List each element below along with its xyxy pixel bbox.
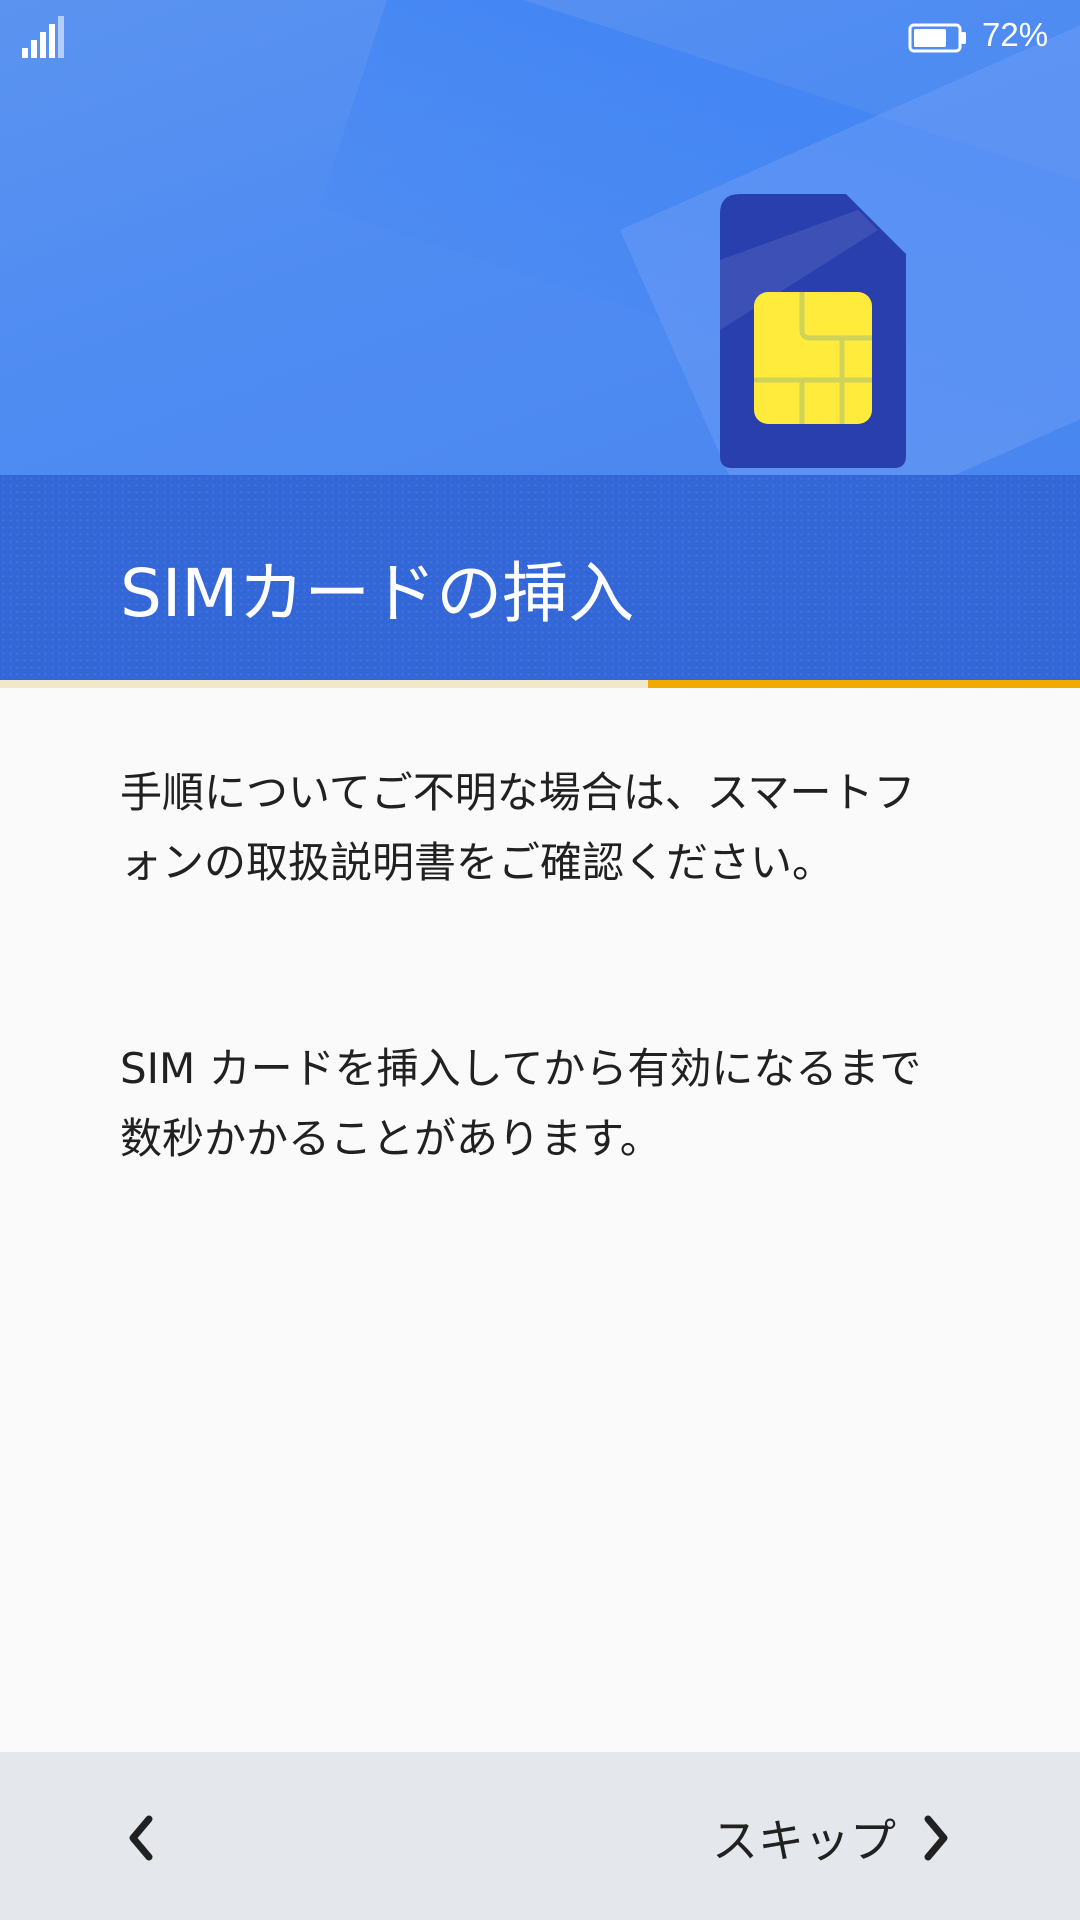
- activation-note-paragraph: SIM カードを挿入してから有効になるまで数秒かかることがあります。: [120, 1044, 922, 1163]
- instruction-paragraph: 手順についてご不明な場合は、スマートフォンの取扱説明書をご確認ください。: [120, 768, 916, 887]
- progress-fill: [648, 680, 1080, 688]
- skip-label: スキップ: [712, 1814, 896, 1868]
- back-button[interactable]: [110, 1810, 170, 1866]
- chevron-right-icon: [922, 1815, 952, 1861]
- battery-percentage: 72%: [982, 16, 1049, 53]
- status-bar: 72%: [0, 0, 1080, 75]
- battery-icon: [908, 23, 966, 53]
- chevron-left-icon: [129, 1815, 153, 1861]
- skip-button[interactable]: スキップ: [712, 1800, 972, 1876]
- page-title: SIMカードの挿入: [120, 555, 635, 632]
- signal-icon: [22, 16, 64, 58]
